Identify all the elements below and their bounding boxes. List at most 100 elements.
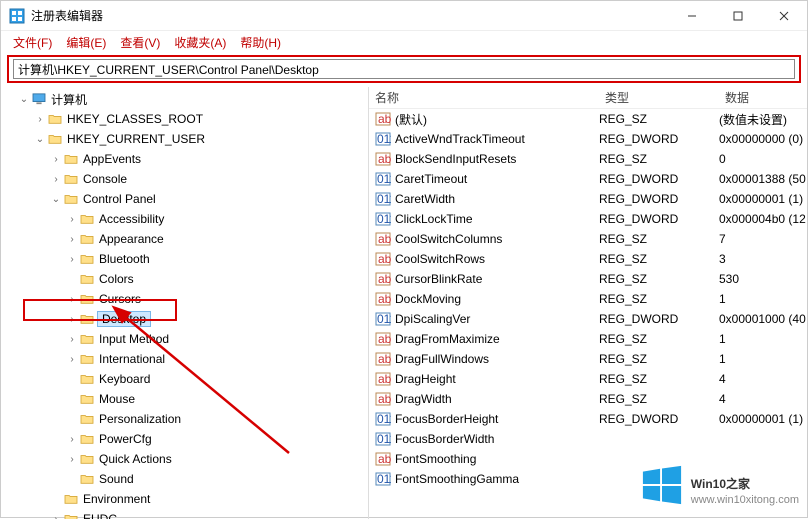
string-value-icon: ab bbox=[375, 151, 391, 167]
folder-icon bbox=[63, 152, 79, 166]
svg-text:011: 011 bbox=[377, 412, 391, 426]
tree-item[interactable]: ⌄ HKEY_CURRENT_USER bbox=[1, 129, 368, 149]
tree-item-label: Control Panel bbox=[81, 192, 158, 206]
chevron-right-icon[interactable]: › bbox=[65, 432, 79, 446]
tree-item[interactable]: ›PowerCfg bbox=[1, 429, 368, 449]
menu-view[interactable]: 查看(V) bbox=[114, 32, 166, 53]
tree-item-label: HKEY_CLASSES_ROOT bbox=[65, 112, 205, 126]
value-type: REG_DWORD bbox=[599, 312, 719, 326]
tree-item[interactable]: ›Desktop bbox=[1, 309, 368, 329]
address-bar[interactable]: 计算机\HKEY_CURRENT_USER\Control Panel\Desk… bbox=[13, 59, 795, 79]
value-row[interactable]: abDragWidthREG_SZ4 bbox=[369, 389, 807, 409]
value-name: ClickLockTime bbox=[395, 212, 599, 226]
content-area: ⌄计算机 › HKEY_CLASSES_ROOT ⌄ HKEY_CURRENT_USER… bbox=[1, 87, 807, 519]
chevron-down-icon[interactable]: ⌄ bbox=[33, 132, 47, 146]
value-row[interactable]: 011ClickLockTimeREG_DWORD0x000004b0 (12 bbox=[369, 209, 807, 229]
tree-item[interactable]: Colors bbox=[1, 269, 368, 289]
folder-icon bbox=[63, 192, 79, 206]
value-type: REG_SZ bbox=[599, 392, 719, 406]
chevron-right-icon[interactable]: › bbox=[65, 352, 79, 366]
chevron-right-icon[interactable]: › bbox=[65, 452, 79, 466]
tree-item[interactable]: ›Accessibility bbox=[1, 209, 368, 229]
tree-item[interactable]: ⌄计算机 bbox=[1, 89, 368, 109]
col-data[interactable]: 数据 bbox=[719, 87, 807, 108]
value-type: REG_SZ bbox=[599, 252, 719, 266]
close-button[interactable] bbox=[761, 1, 807, 31]
value-row[interactable]: abCoolSwitchColumnsREG_SZ7 bbox=[369, 229, 807, 249]
value-name: CursorBlinkRate bbox=[395, 272, 599, 286]
value-type: REG_DWORD bbox=[599, 132, 719, 146]
value-row[interactable]: abCoolSwitchRowsREG_SZ3 bbox=[369, 249, 807, 269]
menu-help[interactable]: 帮助(H) bbox=[234, 32, 287, 53]
string-value-icon: ab bbox=[375, 351, 391, 367]
col-name[interactable]: 名称 bbox=[369, 87, 599, 108]
value-type: REG_SZ bbox=[599, 232, 719, 246]
chevron-right-icon[interactable]: › bbox=[65, 292, 79, 306]
chevron-right-icon[interactable]: › bbox=[65, 312, 79, 326]
tree-item[interactable]: Environment bbox=[1, 489, 368, 509]
svg-text:011: 011 bbox=[377, 432, 391, 446]
chevron-down-icon[interactable]: ⌄ bbox=[17, 92, 31, 106]
list-panel[interactable]: 名称 类型 数据 ab(默认)REG_SZ(数值未设置)011ActiveWnd… bbox=[369, 87, 807, 519]
folder-icon bbox=[79, 212, 95, 226]
tree-item[interactable]: ›AppEvents bbox=[1, 149, 368, 169]
chevron-down-icon[interactable]: ⌄ bbox=[49, 192, 63, 206]
tree-item-label: HKEY_CURRENT_USER bbox=[65, 132, 207, 146]
chevron-right-icon[interactable]: › bbox=[33, 112, 47, 126]
string-value-icon: ab bbox=[375, 391, 391, 407]
tree-item[interactable]: Mouse bbox=[1, 389, 368, 409]
tree-panel[interactable]: ⌄计算机 › HKEY_CLASSES_ROOT ⌄ HKEY_CURRENT_USER… bbox=[1, 87, 369, 519]
value-row[interactable]: 011FocusBorderHeightREG_DWORD0x00000001 … bbox=[369, 409, 807, 429]
value-type: REG_DWORD bbox=[599, 212, 719, 226]
list-rows: ab(默认)REG_SZ(数值未设置)011ActiveWndTrackTime… bbox=[369, 109, 807, 489]
tree-item[interactable]: Keyboard bbox=[1, 369, 368, 389]
svg-text:011: 011 bbox=[377, 192, 391, 206]
tree-item[interactable]: ›Quick Actions bbox=[1, 449, 368, 469]
value-row[interactable]: abDragHeightREG_SZ4 bbox=[369, 369, 807, 389]
tree-item[interactable]: Sound bbox=[1, 469, 368, 489]
value-row[interactable]: abDragFullWindowsREG_SZ1 bbox=[369, 349, 807, 369]
menu-edit[interactable]: 编辑(E) bbox=[60, 32, 112, 53]
col-type[interactable]: 类型 bbox=[599, 87, 719, 108]
tree-item[interactable]: ›Console bbox=[1, 169, 368, 189]
tree-item[interactable]: › HKEY_CLASSES_ROOT bbox=[1, 109, 368, 129]
value-name: FocusBorderWidth bbox=[395, 432, 599, 446]
minimize-button[interactable] bbox=[669, 1, 715, 31]
value-row[interactable]: 011DpiScalingVerREG_DWORD0x00001000 (40 bbox=[369, 309, 807, 329]
value-row[interactable]: abDragFromMaximizeREG_SZ1 bbox=[369, 329, 807, 349]
value-type: REG_SZ bbox=[599, 272, 719, 286]
value-row[interactable]: abDockMovingREG_SZ1 bbox=[369, 289, 807, 309]
chevron-right-icon[interactable]: › bbox=[49, 152, 63, 166]
menu-favorites[interactable]: 收藏夹(A) bbox=[168, 32, 232, 53]
maximize-button[interactable] bbox=[715, 1, 761, 31]
tree-item[interactable]: ›International bbox=[1, 349, 368, 369]
tree-item[interactable]: ›Appearance bbox=[1, 229, 368, 249]
value-row[interactable]: 011ActiveWndTrackTimeoutREG_DWORD0x00000… bbox=[369, 129, 807, 149]
folder-icon bbox=[47, 112, 63, 126]
value-row[interactable]: abCursorBlinkRateREG_SZ530 bbox=[369, 269, 807, 289]
tree-item[interactable]: ›Bluetooth bbox=[1, 249, 368, 269]
value-row[interactable]: 011CaretWidthREG_DWORD0x00000001 (1) bbox=[369, 189, 807, 209]
chevron-right-icon[interactable]: › bbox=[65, 252, 79, 266]
chevron-right-icon[interactable]: › bbox=[65, 332, 79, 346]
chevron-right-icon[interactable]: › bbox=[65, 232, 79, 246]
value-data: (数值未设置) bbox=[719, 111, 807, 128]
value-row[interactable]: 011CaretTimeoutREG_DWORD0x00001388 (50 bbox=[369, 169, 807, 189]
value-row[interactable]: 011 FocusBorderWidth bbox=[369, 429, 807, 449]
svg-text:011: 011 bbox=[377, 132, 391, 146]
value-row[interactable]: ab(默认)REG_SZ(数值未设置) bbox=[369, 109, 807, 129]
tree-item[interactable]: ›Cursors bbox=[1, 289, 368, 309]
tree-item[interactable]: Personalization bbox=[1, 409, 368, 429]
tree-item[interactable]: ⌄ Control Panel bbox=[1, 189, 368, 209]
value-name: CaretTimeout bbox=[395, 172, 599, 186]
title-bar: 注册表编辑器 bbox=[1, 1, 807, 31]
value-name: CoolSwitchColumns bbox=[395, 232, 599, 246]
value-row[interactable]: abBlockSendInputResetsREG_SZ0 bbox=[369, 149, 807, 169]
chevron-right-icon[interactable]: › bbox=[49, 172, 63, 186]
value-name: DragHeight bbox=[395, 372, 599, 386]
chevron-right-icon[interactable]: › bbox=[65, 212, 79, 226]
value-data: 0x00001000 (40 bbox=[719, 312, 807, 326]
twist-none bbox=[65, 412, 79, 426]
menu-file[interactable]: 文件(F) bbox=[7, 32, 58, 53]
tree-item[interactable]: ›Input Method bbox=[1, 329, 368, 349]
